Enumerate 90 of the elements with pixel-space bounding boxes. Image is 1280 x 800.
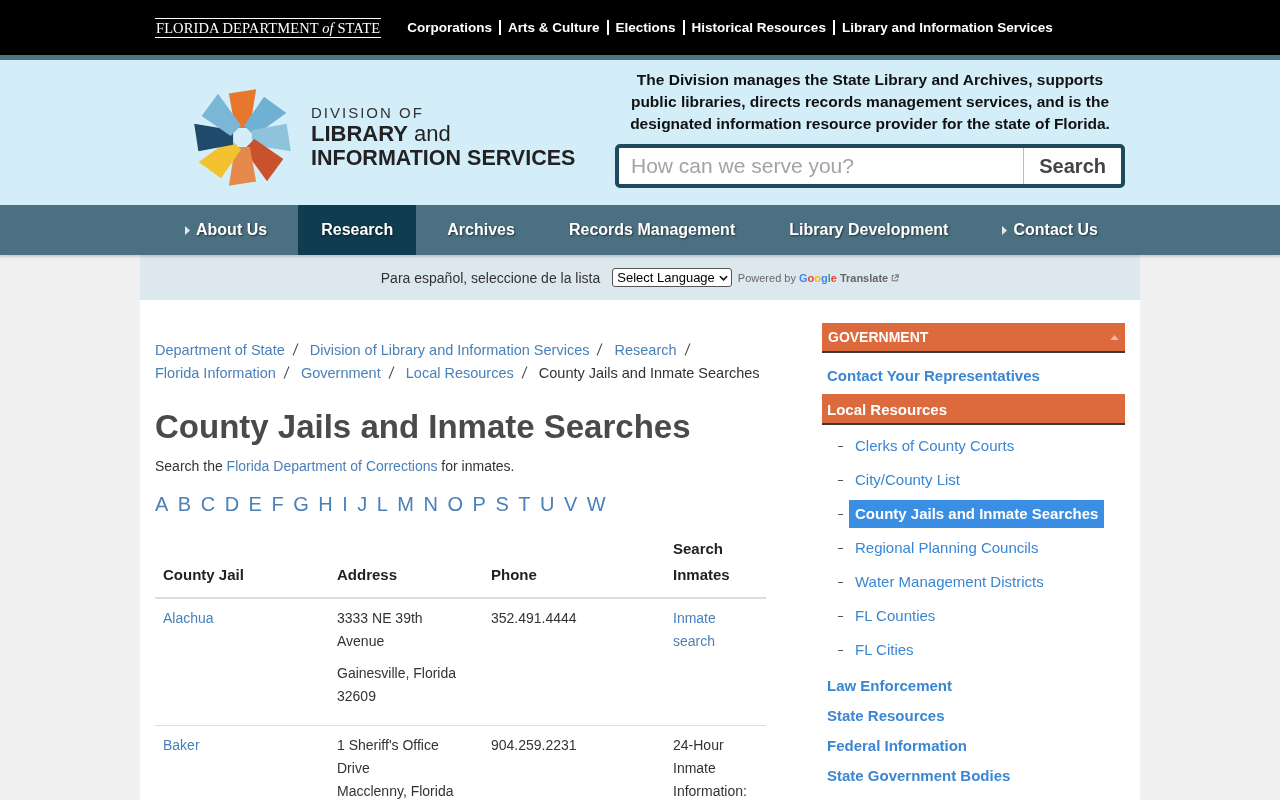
breadcrumb-link[interactable]: Local Resources [405,365,514,381]
letter-link[interactable]: N [423,492,438,516]
nav-link[interactable]: About Us [162,205,291,255]
letter-link[interactable]: J [357,492,368,516]
address-text: 1 Sheriff's Office Drive [337,736,440,778]
powered-by-text: Powered by [737,271,796,284]
search-button[interactable]: Search [1023,148,1121,184]
sidebar-link[interactable]: State Government Bodies [822,760,1125,790]
top-link[interactable]: Historical Resources [691,20,826,35]
letter-link[interactable]: O [447,492,464,516]
inmate-search-link[interactable]: Inmate search [673,607,758,653]
letter-link[interactable]: S [495,492,509,516]
column-header: Phone [491,566,537,583]
breadcrumb-current: County Jails and Inmate Searches [538,365,760,381]
florida-department-of-state-logo[interactable]: FLORIDA DEPARTMENT of STATE [155,17,382,38]
column-header: Search Inmates [673,540,730,583]
translate-link[interactable]: Translate [839,271,889,284]
top-link[interactable]: Arts & Culture [508,20,600,35]
sidebar-sublink[interactable]: County Jails and Inmate Searches [849,500,1105,528]
phone-text: 352.491.4444 [491,610,577,626]
letter-link[interactable]: P [472,492,486,516]
top-link[interactable]: Corporations [407,20,493,35]
letter-link[interactable]: T [518,492,531,516]
nav-link[interactable]: Library Development [766,205,972,255]
intro-text: Search the Florida Department of Corrections for inmates. [155,457,516,476]
sidebar-sublink[interactable]: Water Management Districts [849,568,1050,596]
caret-right-icon [185,225,190,235]
google-logo-text: Google [798,271,837,284]
nav-link[interactable]: Research [298,205,417,255]
letter-link[interactable]: G [293,492,309,516]
address-text: 3333 NE 39th Avenue [337,609,424,651]
letter-link[interactable]: H [318,492,333,516]
letter-link[interactable]: V [563,492,578,516]
dash-icon [838,479,843,481]
dash-icon [838,445,843,447]
sidebar-link[interactable]: Contact Your Representatives [822,360,1125,390]
search-box[interactable]: How can we serve you? Search [615,144,1125,188]
letter-link[interactable]: B [177,492,192,516]
letter-link[interactable]: A [155,492,169,516]
phone-text: 904.259.2231 [491,737,577,753]
county-link[interactable]: Alachua [163,610,214,626]
letter-link[interactable]: E [248,492,262,516]
letter-link[interactable]: M [397,492,415,516]
dash-icon [838,615,843,617]
inmate-info-text: 24-Hour Inmate Information: [673,736,748,800]
address-text: Gainesville, Florida 32609 [337,664,458,706]
sidebar-sublink[interactable]: City/County List [849,466,967,494]
letter-link[interactable]: C [200,492,216,516]
address-text: Macclenny, Florida [337,782,455,800]
sidebar-sublink[interactable]: Regional Planning Councils [849,534,1045,562]
letter-link[interactable]: L [376,492,388,516]
external-link-icon [891,273,900,282]
sidebar-link[interactable]: Local Resources [822,394,1125,425]
sidebar-sublink[interactable]: Clerks of County Courts [849,432,1021,460]
breadcrumb-link[interactable]: Government [300,365,381,381]
section-header[interactable]: GOVERNMENT [822,323,1125,353]
sidebar-sublink[interactable]: FL Cities [849,636,920,664]
language-select[interactable]: Select Language [612,268,732,287]
column-header: County Jail [163,566,244,583]
breadcrumb-link[interactable]: Department of State [155,342,285,358]
sidebar-link[interactable]: State Resources [822,700,1125,730]
chevron-down-icon [718,274,728,281]
letter-link[interactable]: W [586,492,606,516]
county-link[interactable]: Baker [163,737,200,753]
dash-icon [838,649,843,651]
sidebar-sublink[interactable]: FL Counties [849,602,942,630]
dash-icon [838,547,843,549]
nav-link[interactable]: Archives [424,205,538,255]
corrections-link[interactable]: Florida Department of Corrections [226,458,438,474]
nav-link[interactable]: Contact Us [979,205,1121,255]
letter-link[interactable]: I [342,492,348,516]
sidebar-link[interactable]: Federal Information [822,730,1125,760]
letter-link[interactable]: U [539,492,555,516]
dash-icon [838,581,843,583]
breadcrumb-link[interactable]: Florida Information [155,365,276,381]
column-header: Address [337,566,398,583]
nav-link[interactable]: Records Management [545,205,759,255]
letter-link[interactable]: F [271,492,284,516]
breadcrumb-link[interactable]: Research [614,342,677,358]
dash-icon [838,513,843,515]
top-link[interactable]: Library and Information Services [841,20,1053,35]
sidebar-link[interactable]: Law Enforcement [822,670,1125,700]
top-link[interactable]: Elections [615,20,676,35]
caret-right-icon [1002,225,1008,235]
division-description: The Division manages the State Library and Archives, supports public libraries, directs records management services, and is the designated information resource provider for the state of Florida. [629,70,1111,134]
breadcrumb-link[interactable]: Division of Library and Information Services [309,342,590,358]
division-logo-text[interactable]: DIVISION OF LIBRARY and INFORMATION SERVICES [311,104,576,171]
letter-link[interactable]: D [224,492,240,516]
translate-label: Para español, seleccione de la lista [380,269,601,286]
page-title: County Jails and Inmate Searches [155,407,692,447]
